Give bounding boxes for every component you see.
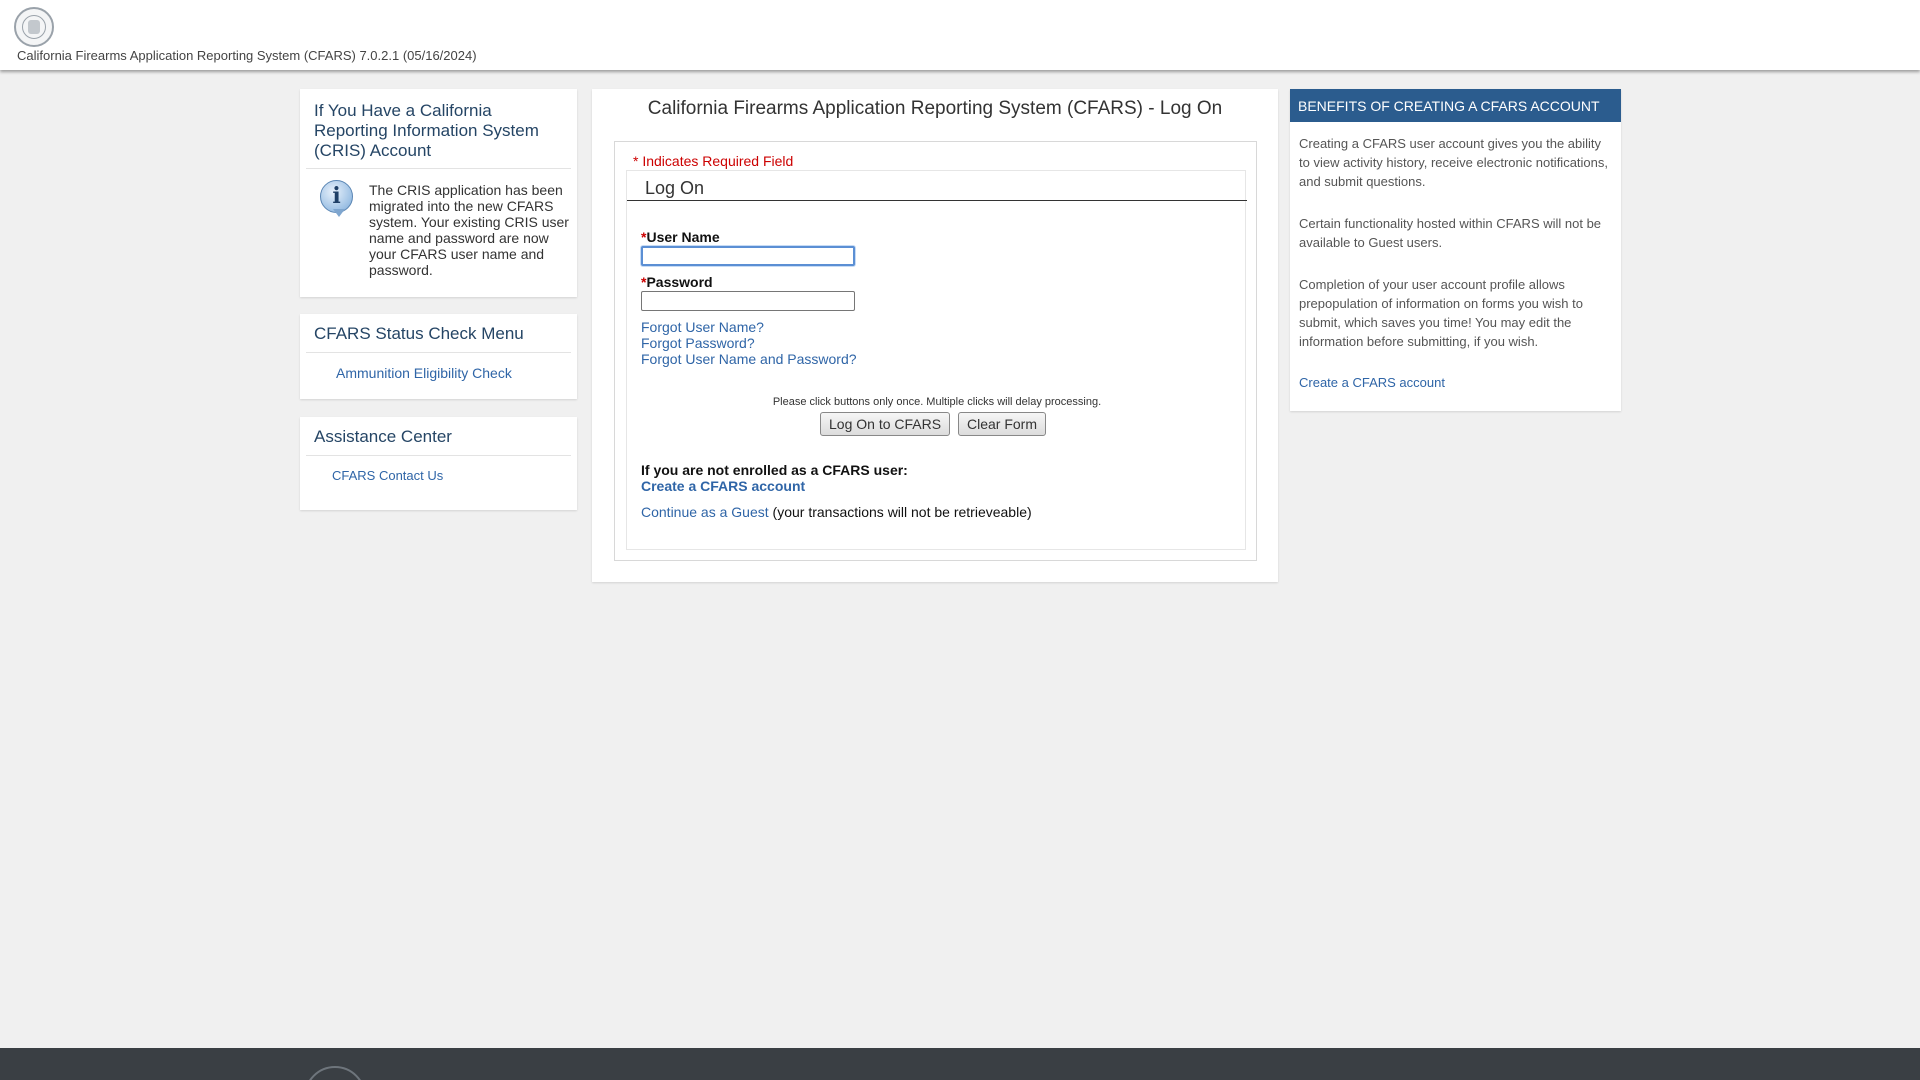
username-label: *User Name <box>641 229 720 245</box>
password-input[interactable] <box>641 291 855 311</box>
divider <box>306 168 571 169</box>
guest-note: (your transactions will not be retrievea… <box>768 504 1032 520</box>
system-version-label: California Firearms Application Reportin… <box>17 48 477 63</box>
page-title: California Firearms Application Reportin… <box>647 98 1223 119</box>
benefits-paragraph: Creating a CFARS user account gives you … <box>1299 136 1608 189</box>
cris-migration-text: The CRIS application has been migrated i… <box>369 182 569 278</box>
logon-legend: Log On <box>627 171 1247 201</box>
forgot-username-link[interactable]: Forgot User Name? <box>641 319 764 335</box>
continue-guest-link[interactable]: Continue as a Guest <box>641 504 769 520</box>
forgot-both-link[interactable]: Forgot User Name and Password? <box>641 351 857 367</box>
page-header: California Firearms Application Reportin… <box>0 0 1920 70</box>
contact-us-link[interactable]: CFARS Contact Us <box>300 456 577 483</box>
username-input[interactable] <box>641 246 855 266</box>
benefits-create-account-link[interactable]: Create a CFARS account <box>1299 375 1445 390</box>
state-seal-icon <box>14 7 54 47</box>
guest-line: Continue as a Guest (your transactions w… <box>641 504 1032 520</box>
password-label: *Password <box>641 274 713 290</box>
status-check-panel: CFARS Status Check Menu Ammunition Eligi… <box>300 314 577 399</box>
logon-fieldset: Log On *User Name *Password Forgot User … <box>626 170 1247 550</box>
clear-form-button[interactable]: Clear Form <box>958 412 1047 436</box>
create-account-link[interactable]: Create a CFARS account <box>641 478 805 494</box>
forgot-password-link[interactable]: Forgot Password? <box>641 335 755 351</box>
info-icon-tail <box>333 209 345 217</box>
required-field-note: * Indicates Required Field <box>633 153 794 169</box>
benefits-paragraph: Completion of your user account profile … <box>1299 277 1583 349</box>
cris-account-panel: If You Have a California Reporting Infor… <box>300 89 577 297</box>
not-enrolled-label: If you are not enrolled as a CFARS user: <box>641 462 908 478</box>
assistance-center-title: Assistance Center <box>314 427 452 446</box>
benefits-panel: BENEFITS OF CREATING A CFARS ACCOUNT Cre… <box>1290 89 1621 411</box>
status-check-title: CFARS Status Check Menu <box>314 324 524 343</box>
logon-button[interactable]: Log On to CFARS <box>820 412 951 436</box>
cris-panel-title: If You Have a California Reporting Infor… <box>314 101 539 160</box>
assistance-center-panel: Assistance Center CFARS Contact Us <box>300 417 577 510</box>
logon-panel: California Firearms Application Reportin… <box>592 89 1278 582</box>
benefits-header: BENEFITS OF CREATING A CFARS ACCOUNT <box>1290 89 1621 122</box>
logon-form: * Indicates Required Field Log On *User … <box>614 141 1257 561</box>
click-once-note: Please click buttons only once. Multiple… <box>772 396 1102 408</box>
ammunition-eligibility-link[interactable]: Ammunition Eligibility Check <box>300 353 577 381</box>
page-footer <box>0 1048 1920 1080</box>
footer-seal-icon <box>304 1066 366 1080</box>
benefits-paragraph: Certain functionality hosted within CFAR… <box>1299 216 1602 250</box>
